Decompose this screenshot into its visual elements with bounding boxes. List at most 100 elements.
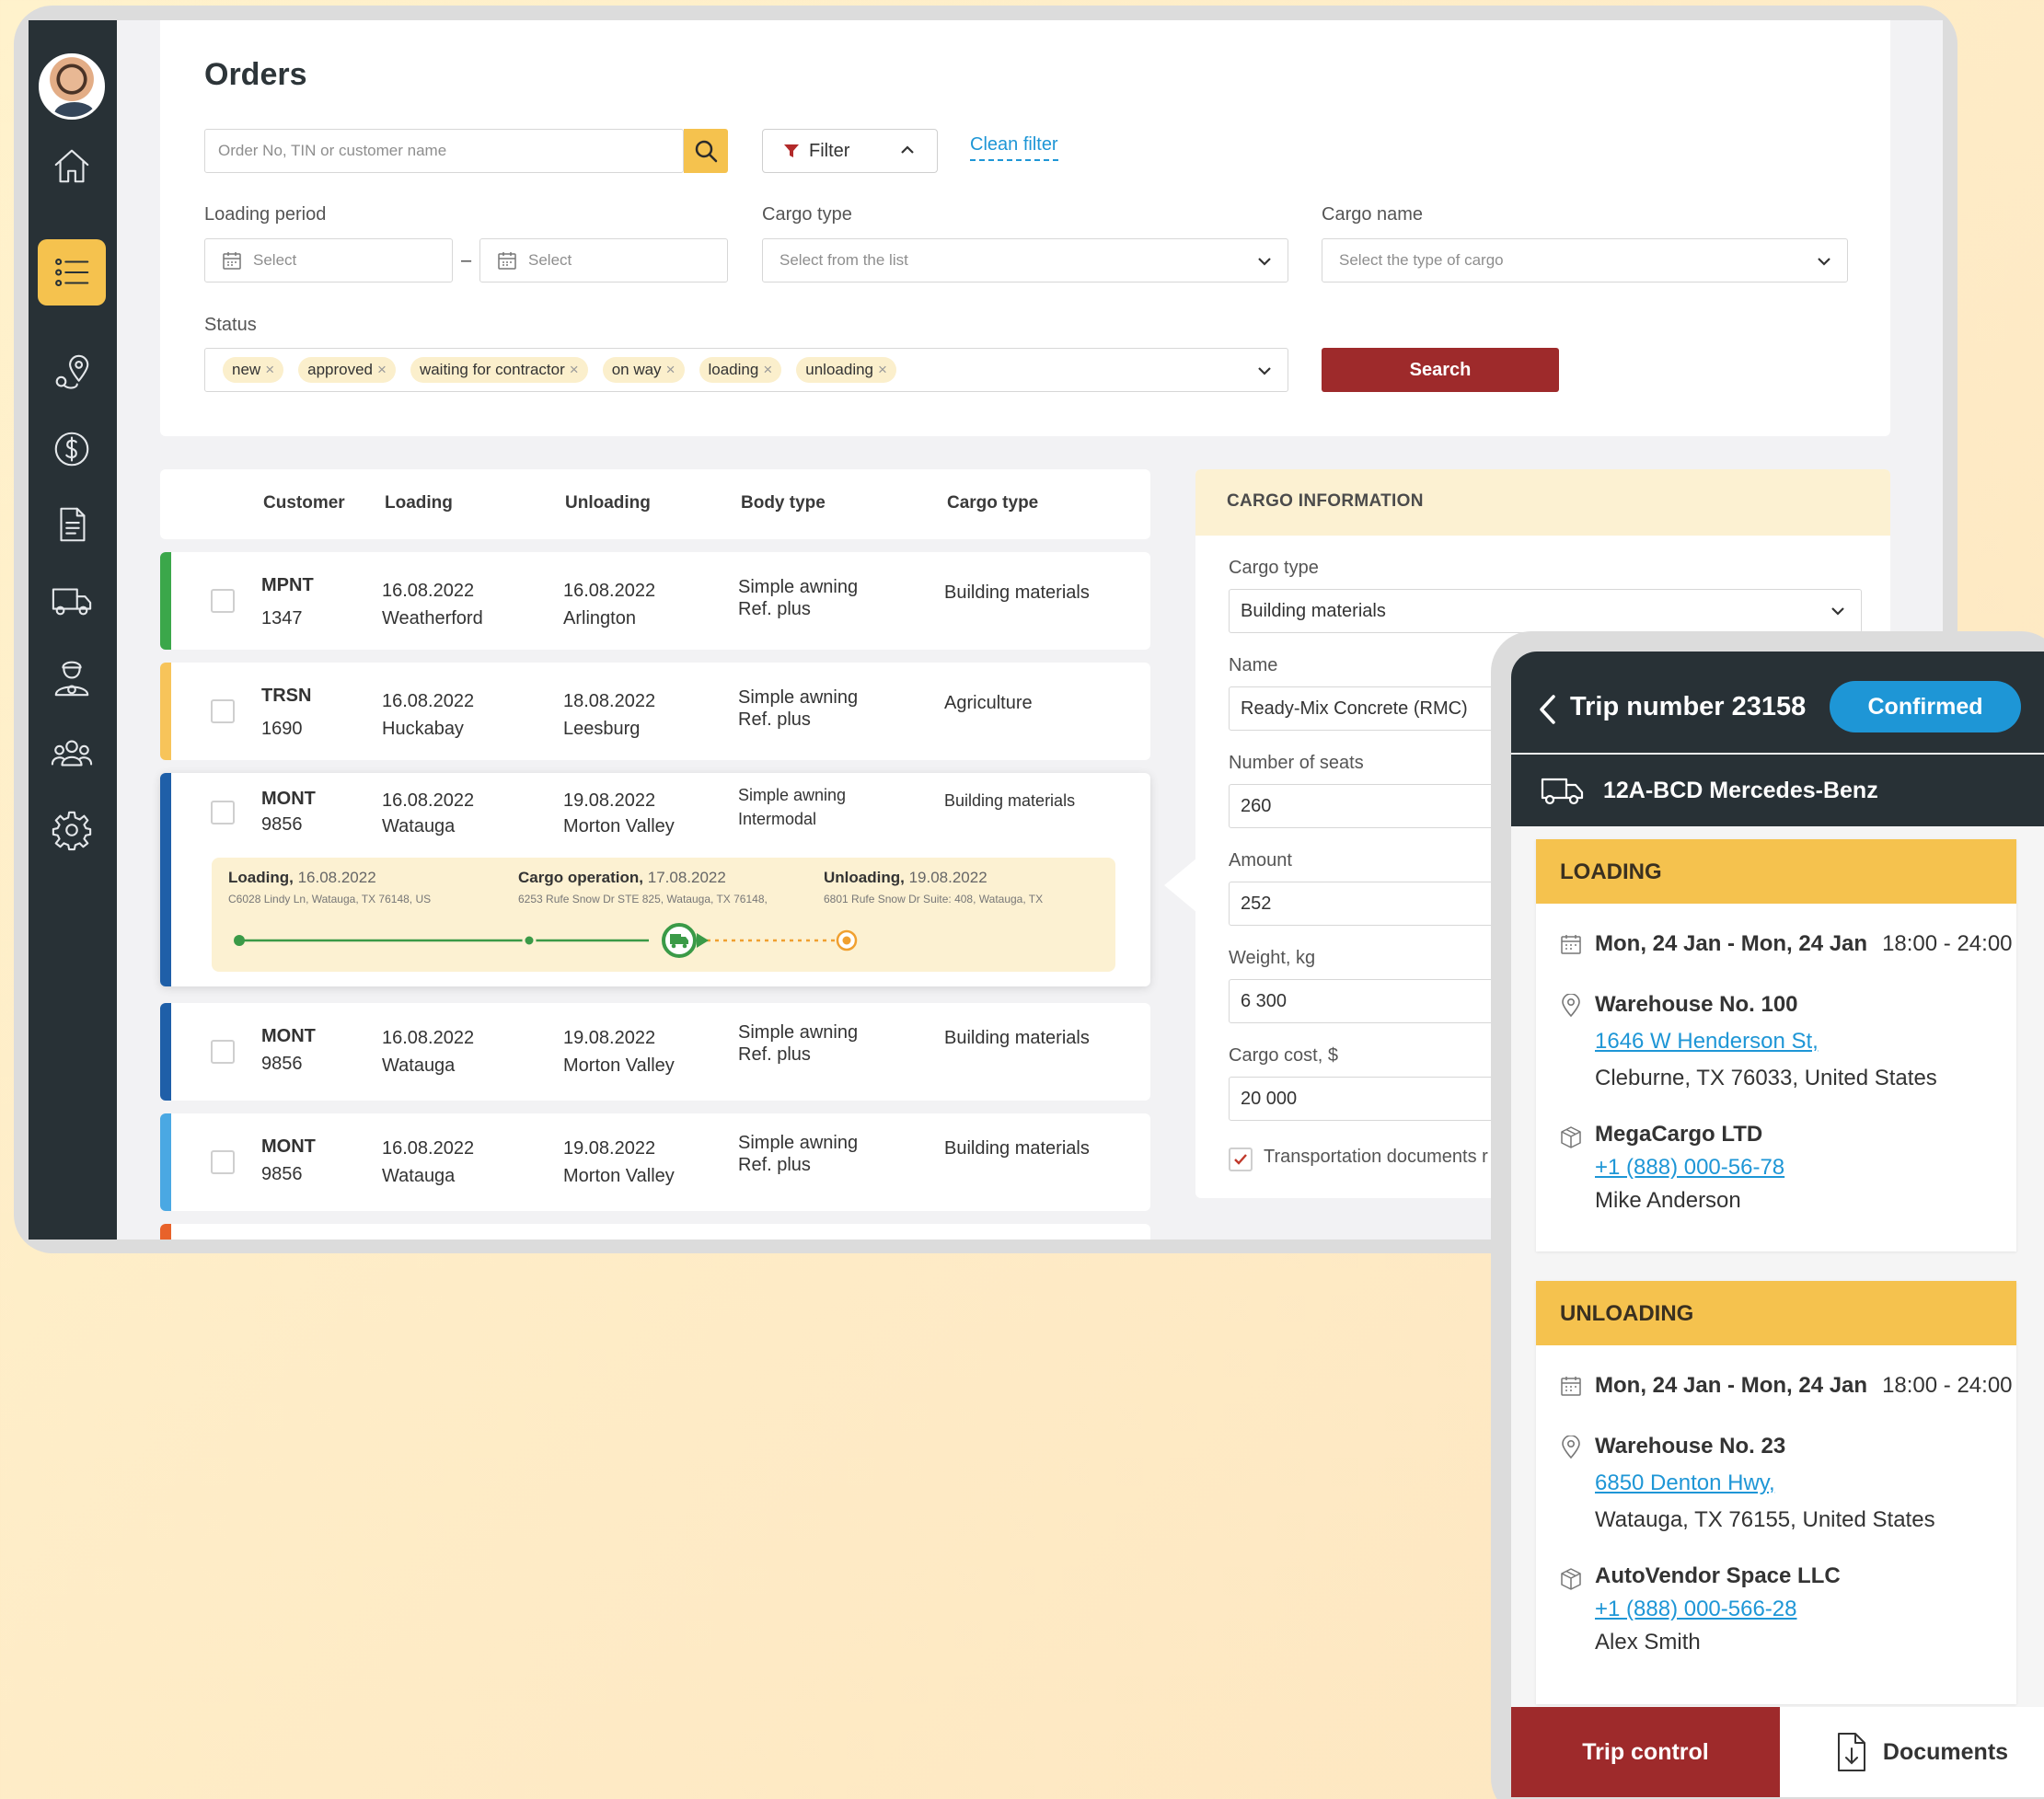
loading-company: MegaCargo LTD +1 (888) 000-56-78 Mike An… xyxy=(1560,1118,1784,1217)
row-status-bar xyxy=(160,773,171,986)
customer-code: MPNT xyxy=(261,575,314,595)
customer-number: 1347 xyxy=(261,608,303,628)
table-row[interactable]: MONT 9856 16.08.2022 Watauga 19.08.2022 … xyxy=(160,1003,1150,1101)
loading-period-to[interactable]: Select xyxy=(479,238,728,283)
nav-settings[interactable] xyxy=(38,797,106,863)
back-icon[interactable] xyxy=(1537,694,1559,725)
remove-tag-icon[interactable]: × xyxy=(666,361,676,378)
unloading-address-link[interactable]: 6850 Denton Hwy, xyxy=(1595,1470,1775,1495)
remove-tag-icon[interactable]: × xyxy=(878,361,887,378)
status-multiselect[interactable]: new × approved × waiting for contractor × o… xyxy=(204,348,1288,392)
nav-documents[interactable] xyxy=(38,491,106,558)
remove-tag-icon[interactable]: × xyxy=(377,361,387,378)
status-tag[interactable]: new × xyxy=(223,357,284,383)
status-tag[interactable]: waiting for contractor × xyxy=(410,357,588,383)
loading-city: Weatherford xyxy=(382,608,483,628)
column-loading[interactable]: Loading xyxy=(385,493,453,513)
loading-address-link[interactable]: 1646 W Henderson St, xyxy=(1595,1029,1819,1054)
loading-period-from-text: Select xyxy=(253,251,297,269)
nav-home[interactable] xyxy=(38,133,106,199)
row-checkbox[interactable] xyxy=(211,1040,235,1064)
nav-drivers[interactable] xyxy=(38,644,106,710)
vehicle-bar: 12A-BCD Mercedes-Benz xyxy=(1511,755,2044,826)
status-tag[interactable]: approved × xyxy=(298,357,396,383)
chevron-down-icon xyxy=(1818,258,1830,266)
cargo-name-select[interactable]: Select the type of cargo xyxy=(1322,238,1848,283)
route-stop-address: 6253 Rufe Snow Dr STE 825, Watauga, TX 7… xyxy=(518,893,768,905)
cargo-type-select[interactable]: Select from the list xyxy=(762,238,1288,283)
row-status-bar xyxy=(160,552,171,650)
mobile-header: Trip number 23158 Confirmed xyxy=(1511,652,2044,753)
seats-label: Number of seats xyxy=(1229,753,1364,773)
table-row-expanded[interactable]: MONT 9856 16.08.2022 Watauga 19.08.2022 … xyxy=(160,773,1150,986)
loading-phone-link[interactable]: +1 (888) 000-56-78 xyxy=(1595,1155,1784,1180)
panel-pointer xyxy=(1164,858,1197,913)
unloading-phone-link[interactable]: +1 (888) 000-566-28 xyxy=(1595,1597,1797,1621)
documents-checkbox[interactable] xyxy=(1229,1147,1253,1171)
unloading-date: 19.08.2022 xyxy=(563,1138,656,1159)
column-body-type[interactable]: Body type xyxy=(741,493,826,513)
documents-button[interactable]: Documents xyxy=(1780,1707,2044,1797)
route-stop-operation: Cargo operation, 17.08.2022 6253 Rufe Sn… xyxy=(518,869,768,905)
remove-tag-icon[interactable]: × xyxy=(265,361,274,378)
avatar[interactable] xyxy=(39,53,105,120)
column-unloading[interactable]: Unloading xyxy=(565,493,651,513)
loading-period-to-text: Select xyxy=(528,251,572,269)
clean-filter-link[interactable]: Clean filter xyxy=(970,134,1058,161)
nav-users[interactable] xyxy=(38,720,106,786)
nav-vehicles[interactable] xyxy=(38,567,106,633)
cargo-type-label: Cargo type xyxy=(762,204,852,225)
body-type-extra: Intermodal xyxy=(738,810,817,828)
chevron-down-icon[interactable] xyxy=(1254,361,1275,381)
filter-button[interactable]: Filter xyxy=(762,129,938,173)
table-row[interactable]: MONT 9856 16.08.2022 Watauga 19.08.2022 … xyxy=(160,1113,1150,1211)
unloading-date: 19.08.2022 xyxy=(563,790,656,811)
cargo-type-select[interactable]: Building materials xyxy=(1229,589,1862,633)
cargo-type: Building materials xyxy=(944,1028,1090,1048)
row-checkbox[interactable] xyxy=(211,589,235,613)
users-icon xyxy=(51,740,93,767)
vehicle-label: 12A-BCD Mercedes-Benz xyxy=(1603,777,1878,803)
settings-icon xyxy=(52,811,92,851)
remove-tag-icon[interactable]: × xyxy=(763,361,772,378)
table-row[interactable]: TRSN 1690 16.08.2022 Huckabay 18.08.2022… xyxy=(160,663,1150,760)
row-status-bar xyxy=(160,1113,171,1211)
customer-number: 9856 xyxy=(261,1164,303,1184)
search-input[interactable] xyxy=(205,130,683,172)
unloading-city: Morton Valley xyxy=(563,1055,675,1076)
loading-period-from[interactable]: Select xyxy=(204,238,453,283)
documents-label: Documents xyxy=(1882,1738,2009,1765)
unloading-city: Arlington xyxy=(563,608,636,628)
cargo-type-placeholder: Select from the list xyxy=(779,251,908,269)
search-button[interactable]: Search xyxy=(1322,348,1559,392)
nav-orders[interactable] xyxy=(38,239,106,306)
body-type-extra: Ref. plus xyxy=(738,709,811,730)
row-checkbox[interactable] xyxy=(211,801,235,825)
customer-number: 9856 xyxy=(261,1054,303,1074)
status-tag[interactable]: unloading × xyxy=(796,357,896,383)
remove-tag-icon[interactable]: × xyxy=(570,361,579,378)
cargo-type: Agriculture xyxy=(944,693,1033,713)
cargo-type: Building materials xyxy=(944,791,1076,810)
status-badge: Confirmed xyxy=(1830,681,2021,732)
unloading-city: Morton Valley xyxy=(563,816,675,836)
status-tag[interactable]: on way × xyxy=(602,357,685,383)
column-customer[interactable]: Customer xyxy=(263,493,345,513)
route-stop-unloading: Unloading, 19.08.2022 6801 Rufe Snow Dr … xyxy=(824,869,1044,905)
home-icon xyxy=(54,149,89,183)
row-checkbox[interactable] xyxy=(211,699,235,723)
table-row[interactable] xyxy=(160,1224,1150,1240)
search-field[interactable] xyxy=(204,129,684,173)
column-cargo-type[interactable]: Cargo type xyxy=(947,493,1038,513)
search-icon-button[interactable] xyxy=(684,129,728,173)
nav-routes[interactable] xyxy=(38,340,106,407)
nav-finance[interactable] xyxy=(38,416,106,482)
cargo-name-label: Cargo name xyxy=(1322,204,1424,225)
loading-period-label: Loading period xyxy=(204,204,327,225)
filter-icon xyxy=(784,144,799,157)
trip-control-button[interactable]: Trip control xyxy=(1511,1707,1780,1797)
status-tag[interactable]: loading × xyxy=(699,357,782,383)
row-checkbox[interactable] xyxy=(211,1150,235,1174)
calendar-icon xyxy=(498,252,516,270)
table-row[interactable]: MPNT 1347 16.08.2022 Weatherford 16.08.2… xyxy=(160,552,1150,650)
